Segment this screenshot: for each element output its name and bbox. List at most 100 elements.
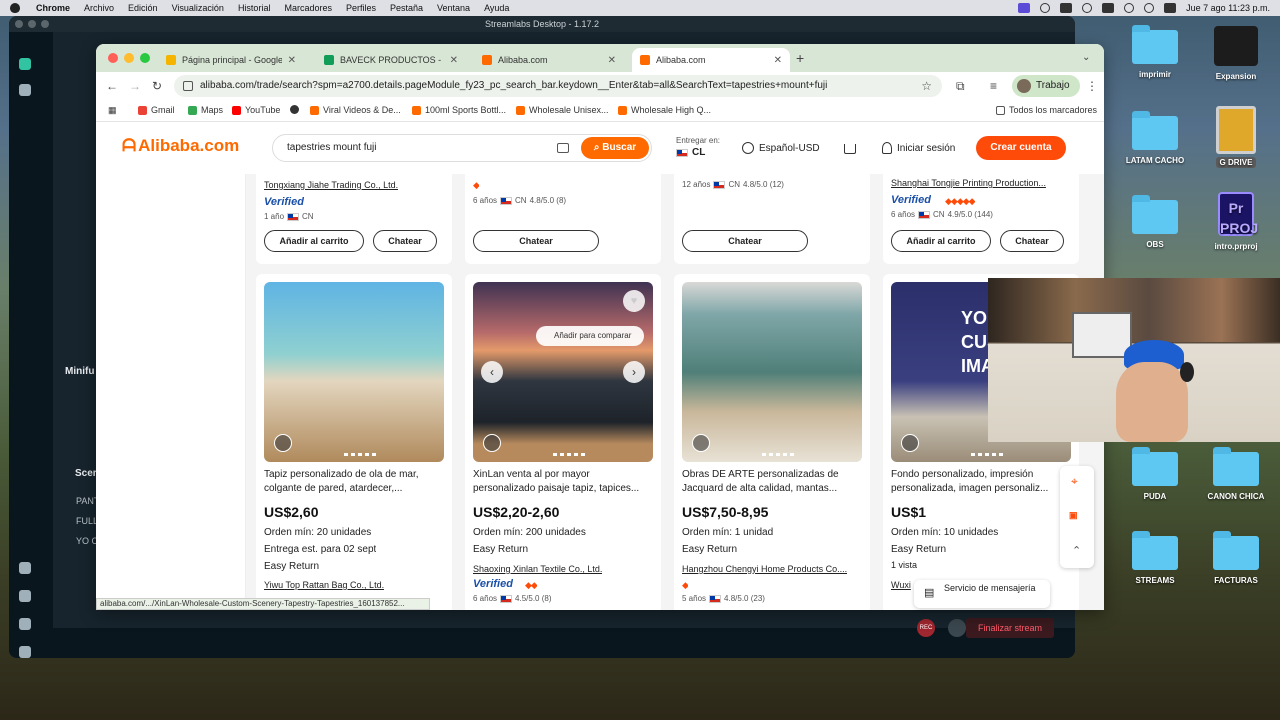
apple-icon[interactable] (10, 3, 20, 13)
tab-alibaba-1[interactable]: Alibaba.com ✕ (474, 48, 624, 72)
menu-edicion[interactable]: Edición (128, 3, 158, 13)
image-search-icon[interactable] (692, 434, 710, 452)
url-text[interactable]: alibaba.com/trade/search?spm=a2700.detai… (200, 80, 827, 91)
close-tab-icon[interactable]: ✕ (608, 55, 616, 66)
control-center-icon[interactable] (1164, 3, 1177, 13)
bookmark-star-icon[interactable]: ☆ (921, 75, 932, 97)
control-icon[interactable] (1082, 3, 1093, 13)
reading-list-icon[interactable]: ≡ (990, 79, 997, 93)
window-controls[interactable] (15, 20, 49, 28)
url-bar[interactable]: alibaba.com/trade/search?spm=a2700.detai… (174, 75, 942, 97)
product-card[interactable]: ◆ 6 años CN 4.8/5.0 (8) Chatear (465, 174, 661, 264)
scene-item[interactable]: YO C (76, 536, 98, 546)
site-info-icon[interactable] (183, 81, 193, 91)
bookmark-viral-videos[interactable]: Viral Videos & De... (310, 105, 401, 115)
close-tab-icon[interactable]: ✕ (288, 55, 296, 66)
image-carousel-dots[interactable] (762, 453, 794, 456)
menu-ayuda[interactable]: Ayuda (484, 3, 509, 13)
supplier-name[interactable]: Tongxiang Jiahe Trading Co., Ltd. (264, 180, 398, 190)
profile-button[interactable]: Trabajo (1012, 75, 1080, 97)
minimize-window-icon[interactable] (124, 53, 134, 63)
tab-baveck-sheet[interactable]: BAVECK PRODUCTOS - Hoja de cálculo ✕ (316, 48, 466, 72)
add-to-compare-tooltip[interactable]: Añadir para comparar (536, 326, 644, 346)
product-card[interactable]: 12 años CN 4.8/5.0 (12) Chatear (674, 174, 870, 264)
bookmark-maps[interactable]: Maps (188, 105, 223, 115)
product-card[interactable]: Obras DE ARTE personalizadas de Jacquard… (674, 274, 870, 610)
back-arrow-icon[interactable]: ← (106, 79, 118, 93)
record-icon[interactable] (19, 84, 31, 96)
zoom-window-icon[interactable] (140, 53, 150, 63)
product-card[interactable]: Tapiz personalizado de ola de mar, colga… (256, 274, 452, 610)
bookmark-wholesale-high[interactable]: Wholesale High Q... (618, 105, 711, 115)
carousel-next-icon[interactable]: › (623, 361, 645, 383)
product-card[interactable]: Tongxiang Jiahe Trading Co., Ltd. Verifi… (256, 174, 452, 264)
image-search-icon[interactable] (483, 434, 501, 452)
new-tab-icon[interactable]: + (796, 50, 804, 66)
all-bookmarks[interactable]: Todos los marcadores (996, 105, 1097, 115)
add-to-cart-button[interactable]: Añadir al carrito (264, 230, 364, 252)
product-title[interactable]: Tapiz personalizado de ola de mar, colga… (264, 468, 444, 496)
window-traffic-lights[interactable] (108, 53, 150, 63)
tools-icon[interactable] (19, 590, 31, 602)
supplier-name[interactable]: Shanghai Tongjie Printing Production... (891, 178, 1046, 188)
product-image-tapestry-sea[interactable] (264, 282, 444, 462)
tiktok-icon[interactable] (19, 562, 31, 574)
image-carousel-dots[interactable] (553, 453, 585, 456)
chat-button[interactable]: Chatear (682, 230, 808, 252)
bookmark-wholesale-unisex[interactable]: Wholesale Unisex... (516, 105, 609, 115)
deliver-to-selector[interactable]: Entregar en: CL (676, 136, 720, 158)
product-title[interactable]: Obras DE ARTE personalizadas de Jacquard… (682, 468, 862, 496)
product-title[interactable]: XinLan venta al por mayor personalizado … (473, 468, 653, 496)
bookmark-globe[interactable] (290, 105, 299, 114)
editor-icon[interactable] (19, 58, 31, 70)
chat-button[interactable]: Chatear (1000, 230, 1064, 252)
reload-icon[interactable]: ↻ (152, 79, 162, 93)
product-title[interactable]: Fondo personalizado, impresión personali… (891, 468, 1061, 496)
image-carousel-dots[interactable] (344, 453, 376, 456)
messaging-service-widget[interactable]: ▤ Servicio de mensajería (914, 580, 1050, 608)
product-card[interactable]: ‹ › ♥ XinLan venta al por mayor personal… (465, 274, 661, 610)
supplier-name[interactable]: Shaoxing Xinlan Textile Co., Ltd. (473, 564, 602, 574)
product-image-city-skyline[interactable]: ‹ › ♥ (473, 282, 653, 462)
desktop-icon-facturas[interactable]: FACTURAS (1191, 531, 1280, 585)
wifi-icon[interactable] (1124, 3, 1135, 13)
alibaba-logo[interactable]: ᗩ Alibaba.com (122, 136, 239, 156)
image-search-float-icon[interactable]: ⌖ (1071, 474, 1078, 489)
bookmark-gmail[interactable]: Gmail (138, 105, 175, 115)
camera-search-icon[interactable] (557, 143, 569, 153)
menu-historial[interactable]: Historial (238, 3, 271, 13)
close-window-icon[interactable] (108, 53, 118, 63)
desktop-icon-canon-chica[interactable]: CANON CHICA (1191, 447, 1280, 501)
favorite-heart-icon[interactable]: ♥ (623, 290, 645, 312)
supplier-name[interactable]: Hangzhou Chengyi Home Products Co.... (682, 564, 847, 574)
apps-grid-icon[interactable]: ▦ (108, 105, 117, 116)
desktop-icon-obs[interactable]: OBS (1110, 195, 1200, 249)
desktop-icon-latam-cacho[interactable]: LATAM CACHO (1110, 111, 1200, 165)
rec-button[interactable]: REC (917, 619, 935, 637)
bookmark-sports-bottle[interactable]: 100ml Sports Bottl... (412, 105, 506, 115)
rfq-icon[interactable]: ▣ (1069, 510, 1078, 521)
menu-perfiles[interactable]: Perfiles (346, 3, 376, 13)
replay-buffer-icon[interactable] (948, 619, 966, 637)
sync-icon[interactable] (1040, 3, 1051, 13)
product-card[interactable]: Shanghai Tongjie Printing Production... … (883, 174, 1079, 264)
language-currency-selector[interactable]: Español-USD (742, 142, 820, 154)
spotlight-search-icon[interactable] (1144, 3, 1155, 13)
menu-ventana[interactable]: Ventana (437, 3, 470, 13)
profile-icon[interactable] (19, 646, 31, 658)
desktop-icon-g-drive[interactable]: G DRIVE (1191, 106, 1280, 168)
carousel-prev-icon[interactable]: ‹ (481, 361, 503, 383)
search-input[interactable]: tapestries mount fuji ⌕ Buscar (272, 134, 652, 162)
search-query-text[interactable]: tapestries mount fuji (287, 142, 377, 153)
menu-archivo[interactable]: Archivo (84, 3, 114, 13)
menu-app-name[interactable]: Chrome (36, 3, 70, 13)
scene-item[interactable]: FULL (76, 516, 98, 526)
supplier-name[interactable]: Wuxi (891, 580, 911, 590)
menu-pestana[interactable]: Pestaña (390, 3, 423, 13)
desktop-icon-puda[interactable]: PUDA (1110, 447, 1200, 501)
menu-marcadores[interactable]: Marcadores (284, 3, 332, 13)
desktop-icon-imprimir[interactable]: imprimir (1110, 25, 1200, 79)
signin-link[interactable]: Iniciar sesión (882, 142, 955, 154)
chat-button[interactable]: Chatear (373, 230, 437, 252)
tab-alibaba-active[interactable]: Alibaba.com ✕ (632, 48, 790, 72)
